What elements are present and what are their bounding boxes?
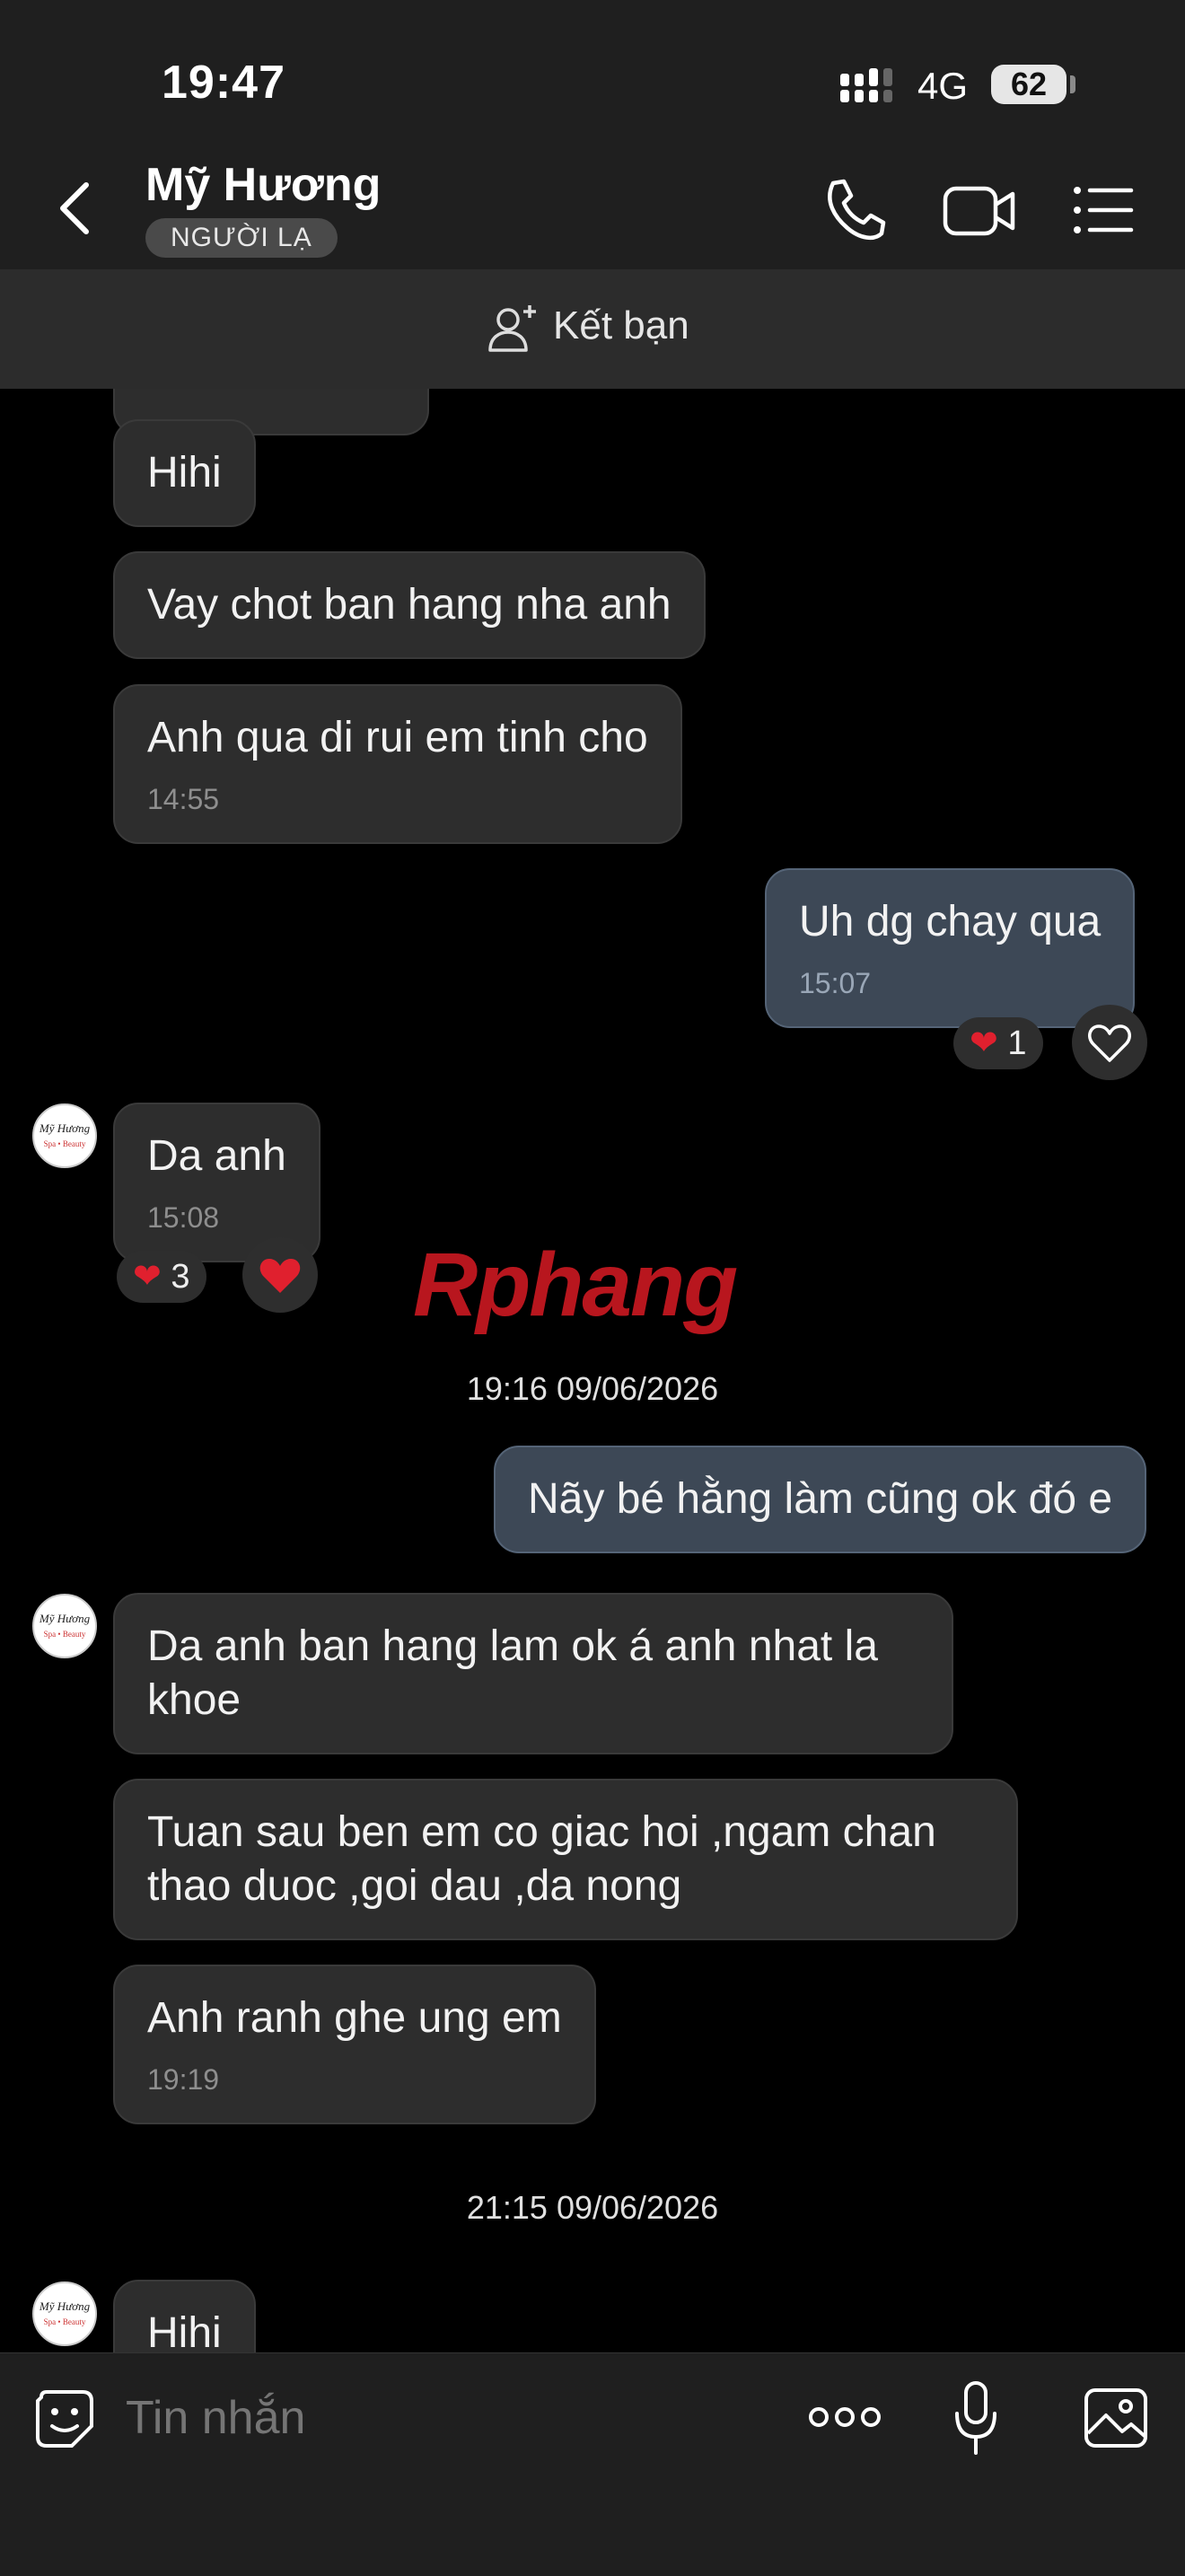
contact-avatar[interactable]: Mỹ Hương Spa • Beauty — [32, 2281, 97, 2346]
message-text: Anh ranh ghe ung em — [147, 1994, 562, 2042]
phone-icon[interactable] — [821, 176, 889, 244]
svg-text:Spa • Beauty: Spa • Beauty — [44, 2317, 86, 2326]
date-separator: 19:16 09/06/2026 — [466, 1370, 719, 1407]
heart-icon: ❤ — [970, 1024, 998, 1062]
contact-name[interactable]: Mỹ Hương — [145, 158, 381, 212]
svg-text:Spa • Beauty: Spa • Beauty — [44, 1630, 86, 1639]
battery-indicator: 62 — [991, 65, 1066, 104]
stranger-badge: NGƯỜI LẠ — [145, 218, 338, 258]
back-chevron-icon[interactable] — [47, 172, 110, 244]
battery-tip — [1070, 75, 1075, 93]
svg-text:Mỹ Hương: Mỹ Hương — [39, 1121, 91, 1135]
video-call-icon[interactable] — [943, 180, 1016, 242]
spa-logo-icon: Mỹ Hương Spa • Beauty — [39, 1612, 91, 1639]
message-bubble[interactable]: Tuan sau ben em co giac hoi ,ngam chan t… — [113, 1779, 1018, 1940]
react-button[interactable] — [242, 1237, 318, 1313]
message-text: Nãy bé hằng làm cũng ok đó e — [528, 1475, 1113, 1523]
message-text: Tuan sau ben em co giac hoi ,ngam chan t… — [147, 1808, 936, 1910]
message-time: 15:07 — [799, 967, 872, 999]
svg-text:Mỹ Hương: Mỹ Hương — [39, 2299, 91, 2313]
message-text: Vay chot ban hang nha anh — [147, 581, 672, 629]
spa-logo-icon: Mỹ Hương Spa • Beauty — [39, 2299, 91, 2326]
reaction-count[interactable]: ❤ 3 — [117, 1251, 206, 1303]
watermark-logo: Rphang — [413, 1235, 738, 1335]
message-bubble[interactable]: Anh qua di rui em tinh cho 14:55 — [113, 684, 682, 844]
signal-icon — [840, 68, 892, 102]
message-text: Hihi — [147, 449, 222, 497]
message-text: Da anh — [147, 1132, 286, 1180]
more-options-icon[interactable] — [808, 2399, 882, 2435]
svg-text:Spa • Beauty: Spa • Beauty — [44, 1139, 86, 1148]
message-bubble[interactable]: Anh ranh ghe ung em 19:19 — [113, 1965, 596, 2124]
message-text: Da anh ban hang lam ok á anh nhat la kho… — [147, 1622, 878, 1724]
message-input[interactable] — [126, 2385, 754, 2451]
microphone-icon[interactable] — [953, 2379, 998, 2457]
message-bubble[interactable]: Hihi — [113, 2280, 256, 2352]
svg-text:Mỹ Hương: Mỹ Hương — [39, 1612, 91, 1625]
add-friend-label[interactable]: Kết bạn — [553, 303, 689, 348]
network-type: 4G — [917, 65, 969, 107]
gallery-image-icon[interactable] — [1083, 2387, 1149, 2449]
contact-avatar[interactable]: Mỹ Hương Spa • Beauty — [32, 1594, 97, 1658]
heart-outline-icon — [1088, 1024, 1131, 1062]
message-bubble[interactable]: Vay chot ban hang nha anh — [113, 551, 706, 659]
react-button[interactable] — [1072, 1005, 1147, 1080]
message-bubble[interactable]: Da anh ban hang lam ok á anh nhat la kho… — [113, 1593, 953, 1754]
reaction-count-value: 3 — [171, 1258, 190, 1296]
message-text: Anh qua di rui em tinh cho — [147, 714, 648, 761]
status-time: 19:47 — [162, 57, 285, 109]
sticker-icon[interactable] — [32, 2387, 97, 2451]
date-separator: 21:15 09/06/2026 — [466, 2189, 719, 2226]
menu-list-icon[interactable] — [1072, 181, 1135, 239]
message-bubble[interactable]: Hihi — [113, 419, 256, 527]
reaction-count-value: 1 — [1007, 1024, 1027, 1062]
message-time: 15:08 — [147, 1201, 220, 1234]
add-friend-icon — [488, 305, 536, 352]
chat-area: Hihi Vay chot ban hang nha anh Anh qua d… — [0, 389, 1185, 2352]
message-time: 14:55 — [147, 783, 220, 815]
spa-logo-icon: Mỹ Hương Spa • Beauty — [39, 1121, 91, 1148]
message-time: 19:19 — [147, 2063, 220, 2096]
contact-avatar[interactable]: Mỹ Hương Spa • Beauty — [32, 1103, 97, 1168]
message-text: Hihi — [147, 2309, 222, 2352]
message-bubble-outgoing[interactable]: Nãy bé hằng làm cũng ok đó e — [494, 1446, 1147, 1553]
heart-filled-icon — [259, 1259, 301, 1293]
reaction-count[interactable]: ❤ 1 — [953, 1017, 1043, 1069]
heart-icon: ❤ — [133, 1258, 162, 1296]
message-text: Uh dg chay qua — [799, 898, 1102, 945]
